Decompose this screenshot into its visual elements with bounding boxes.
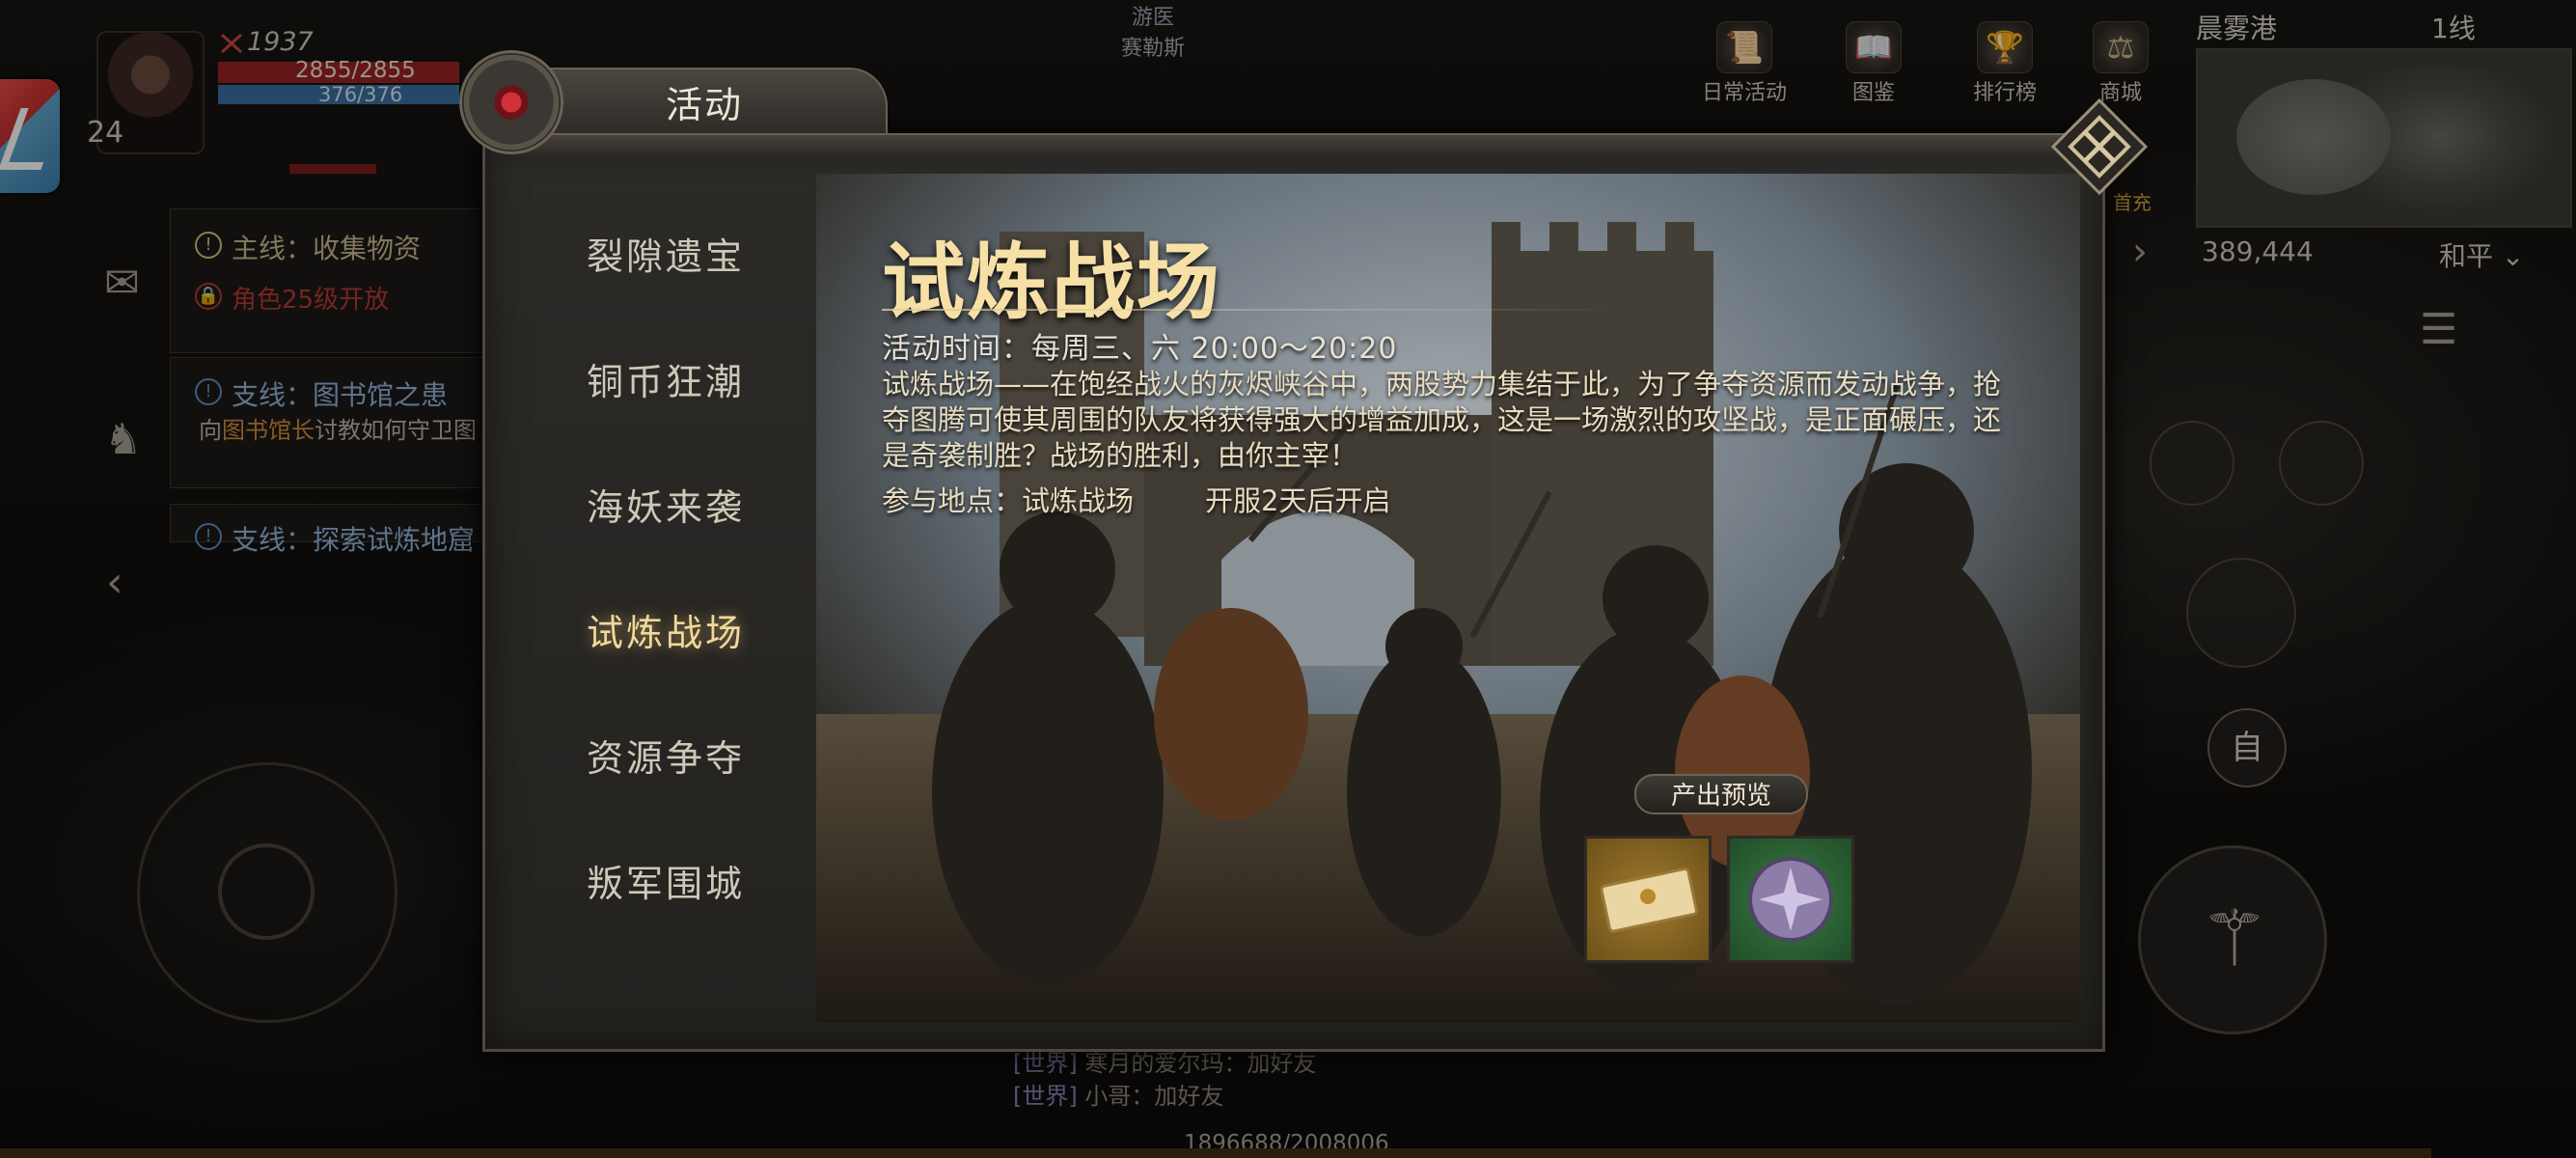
event-open-condition: 开服2天后开启 — [1205, 484, 1391, 517]
reward-preview-label: 产出预览 — [1634, 774, 1808, 814]
ticket-icon — [1600, 867, 1698, 933]
reward-item-ticket[interactable] — [1584, 836, 1712, 963]
modal-title: 活动 — [666, 84, 744, 126]
event-time: 活动时间：每周三、六 20:00～20:20 — [882, 332, 1398, 366]
event-title: 试炼战场 — [882, 234, 1221, 331]
reward-item-medal[interactable] — [1727, 836, 1854, 963]
tab-rift-treasure[interactable]: 裂隙遗宝 — [502, 218, 830, 295]
medal-icon — [1748, 857, 1833, 942]
event-description: 试炼战场——在饱经战火的灰烬峡谷中，两股势力集结于此，为了争夺资源而发动战争，抢… — [882, 368, 2002, 472]
tab-resource-contest[interactable]: 资源争夺 — [502, 720, 830, 797]
event-location: 参与地点：试炼战场 开服2天后开启 — [882, 484, 1391, 517]
tab-rebel-siege[interactable]: 叛军围城 — [502, 845, 830, 923]
tab-trial-battlefield[interactable]: 试炼战场 — [502, 594, 830, 672]
gem-emblem-icon — [459, 50, 563, 154]
tab-coin-rush[interactable]: 铜币狂潮 — [502, 344, 830, 421]
title-divider — [882, 309, 1615, 311]
modal-top-frame — [521, 133, 2084, 156]
tab-siren-raid[interactable]: 海妖来袭 — [502, 469, 830, 546]
